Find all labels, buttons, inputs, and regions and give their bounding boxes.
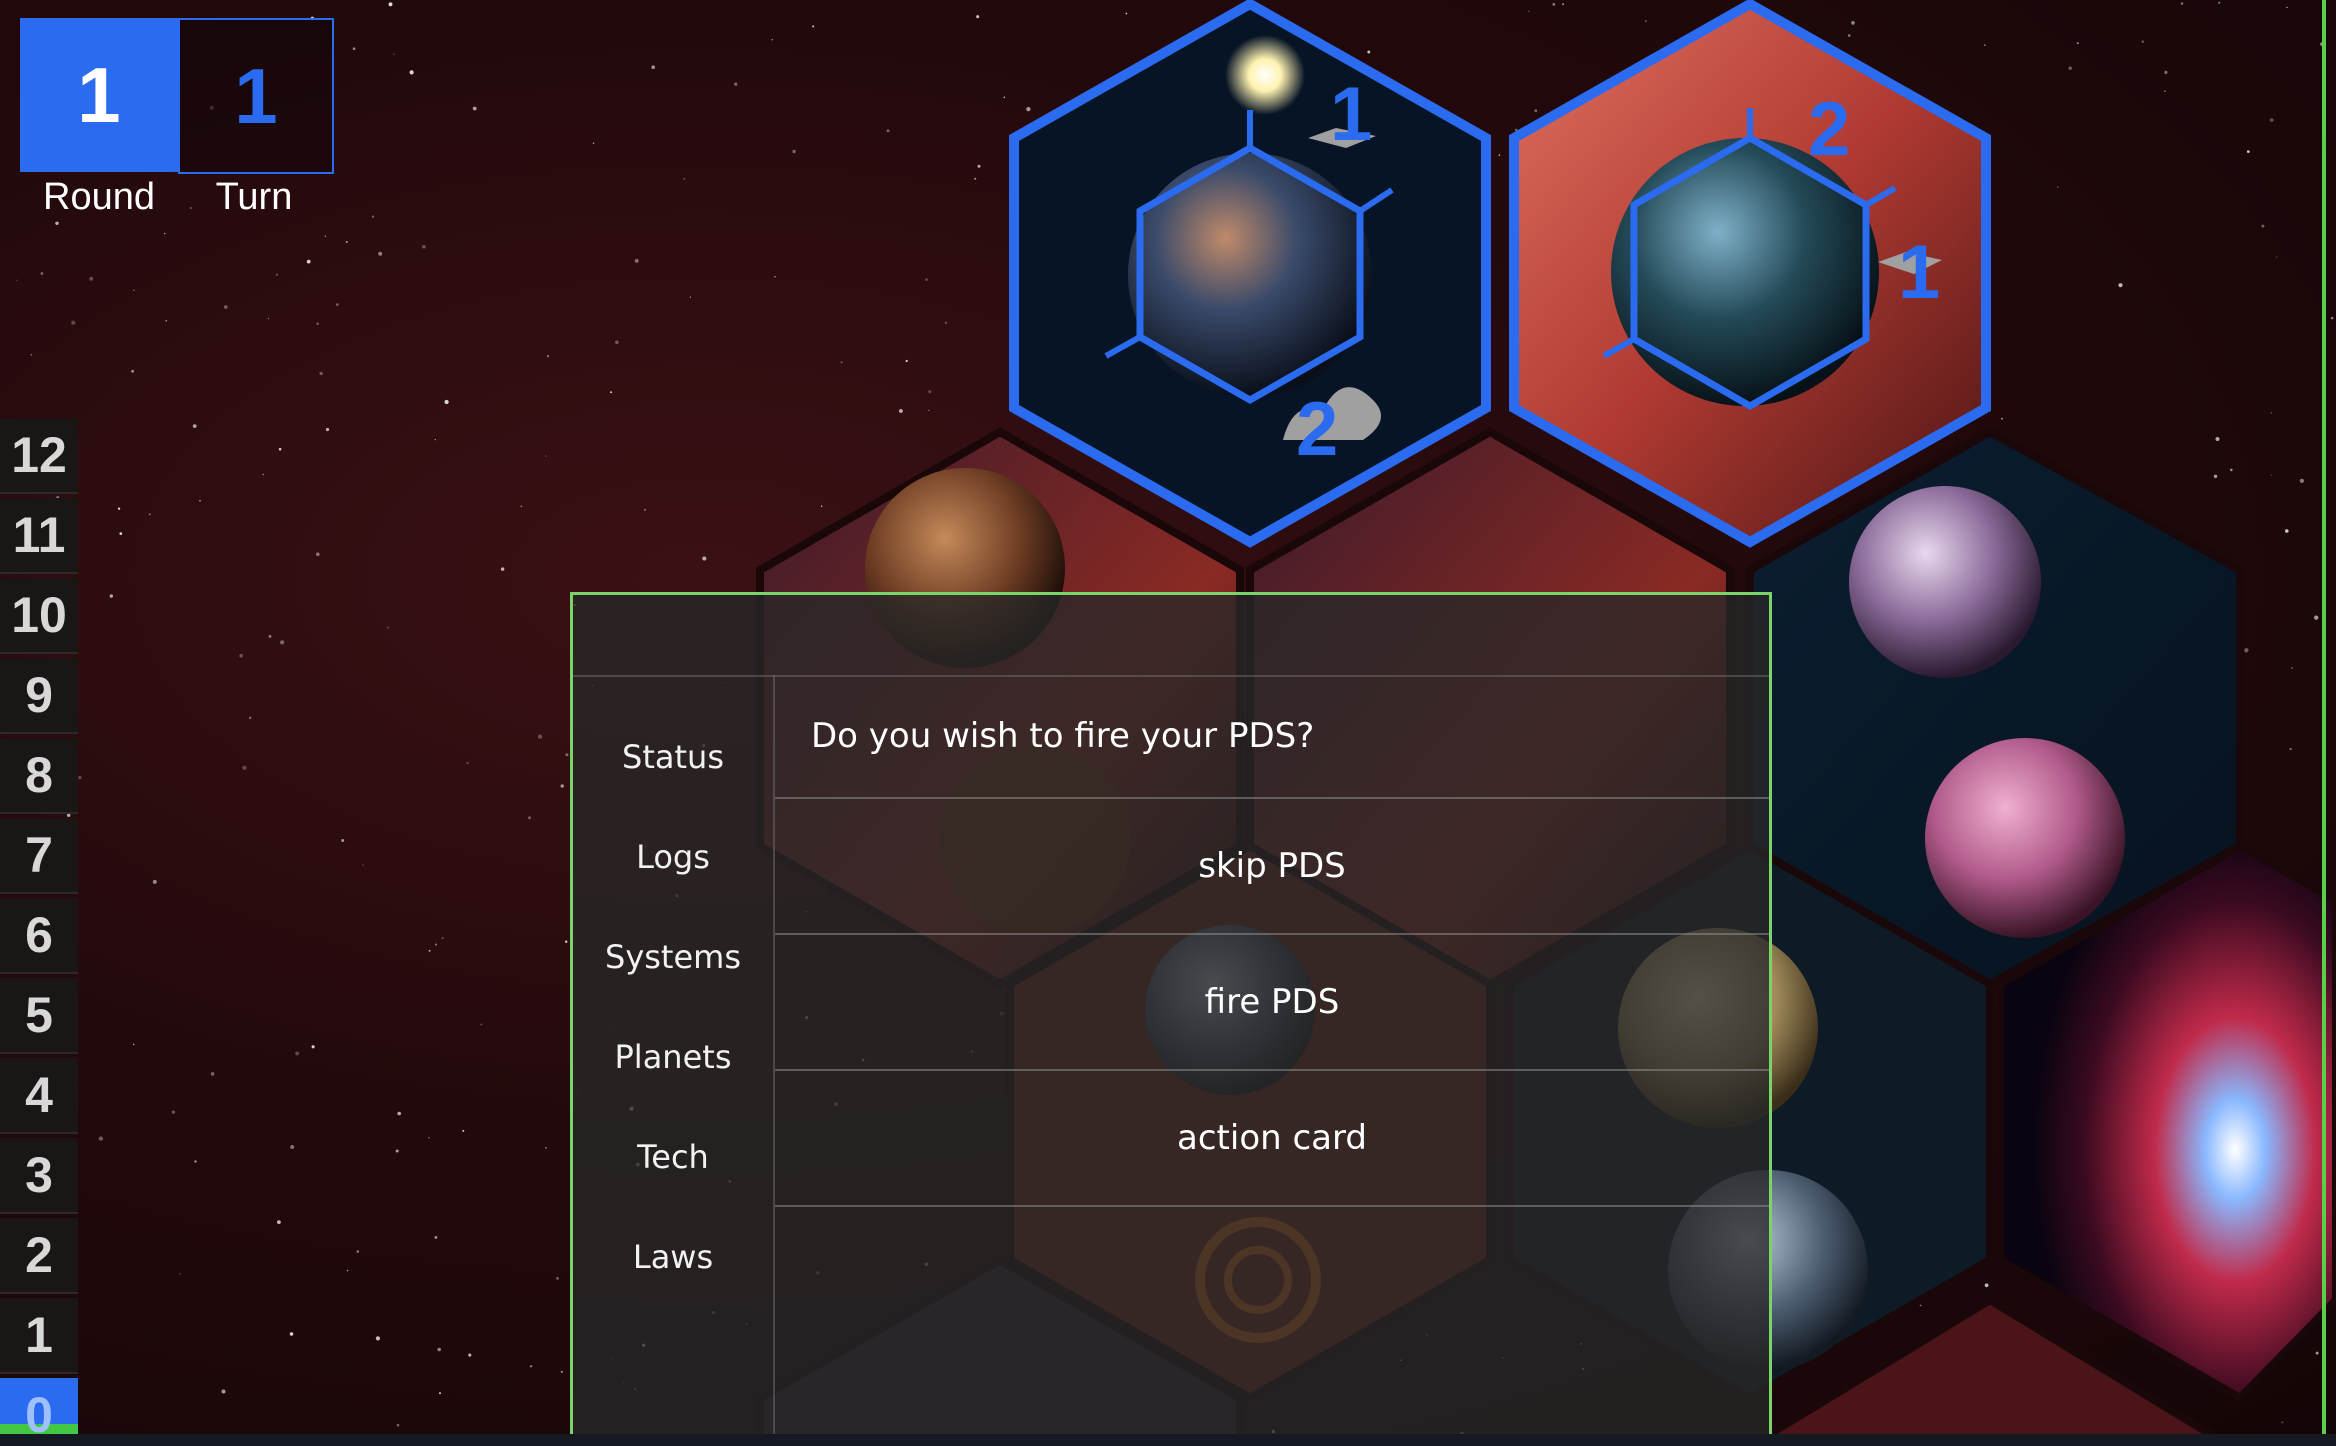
action-card-button[interactable]: action card (775, 1071, 1769, 1207)
home-system-1[interactable] (1009, 0, 1491, 548)
fleet-count-label: 1 (1330, 72, 1372, 157)
vp-cell: 9 (0, 658, 78, 734)
round-turn-counter: 1 1 (20, 18, 334, 174)
vp-cell: 5 (0, 978, 78, 1054)
ground-count-label: 2 (1296, 387, 1338, 472)
prompt-text: Do you wish to fire your PDS? (775, 675, 1769, 799)
skip-pds-button[interactable]: skip PDS (775, 799, 1769, 935)
fire-pds-button[interactable]: fire PDS (775, 935, 1769, 1071)
vp-cell: 4 (0, 1058, 78, 1134)
planet[interactable] (1849, 486, 2041, 678)
vp-cell: 6 (0, 898, 78, 974)
round-label: Round (43, 176, 155, 218)
action-panel: Status Logs Systems Planets Tech Laws Do… (570, 592, 1772, 1438)
nav-planets[interactable]: Planets (573, 1007, 773, 1107)
fleet-count-label: 2 (1808, 87, 1850, 172)
nav-laws[interactable]: Laws (573, 1207, 773, 1307)
planet (1611, 138, 1879, 406)
vp-cell: 3 (0, 1138, 78, 1214)
vp-cell: 8 (0, 738, 78, 814)
vp-cell: 2 (0, 1218, 78, 1294)
bottom-edge-bar (0, 1434, 2336, 1446)
vp-cell: 11 (0, 498, 78, 574)
nav-systems[interactable]: Systems (573, 907, 773, 1007)
game-board: 1 2 2 1 1 1 Round Turn 12 11 10 9 8 7 6 … (0, 0, 2336, 1446)
planet[interactable] (1925, 738, 2125, 938)
vp-cell: 7 (0, 818, 78, 894)
nav-tech[interactable]: Tech (573, 1107, 773, 1207)
nav-logs[interactable]: Logs (573, 807, 773, 907)
panel-header (573, 595, 1769, 677)
nav-status[interactable]: Status (573, 707, 773, 807)
ground-count-label: 1 (1898, 230, 1940, 315)
victory-point-track: 12 11 10 9 8 7 6 5 4 3 2 1 0 (0, 418, 78, 1446)
round-value: 1 (20, 18, 178, 172)
vp-cell: 1 (0, 1298, 78, 1374)
turn-label: Turn (215, 176, 293, 218)
vp-cell: 12 (0, 418, 78, 494)
turn-value: 1 (178, 18, 334, 174)
planet (1128, 153, 1372, 397)
vp-cell: 10 (0, 578, 78, 654)
right-edge-bar (2322, 0, 2326, 1446)
panel-content: Do you wish to fire your PDS? skip PDS f… (775, 675, 1769, 1435)
panel-nav: Status Logs Systems Planets Tech Laws (573, 675, 775, 1435)
